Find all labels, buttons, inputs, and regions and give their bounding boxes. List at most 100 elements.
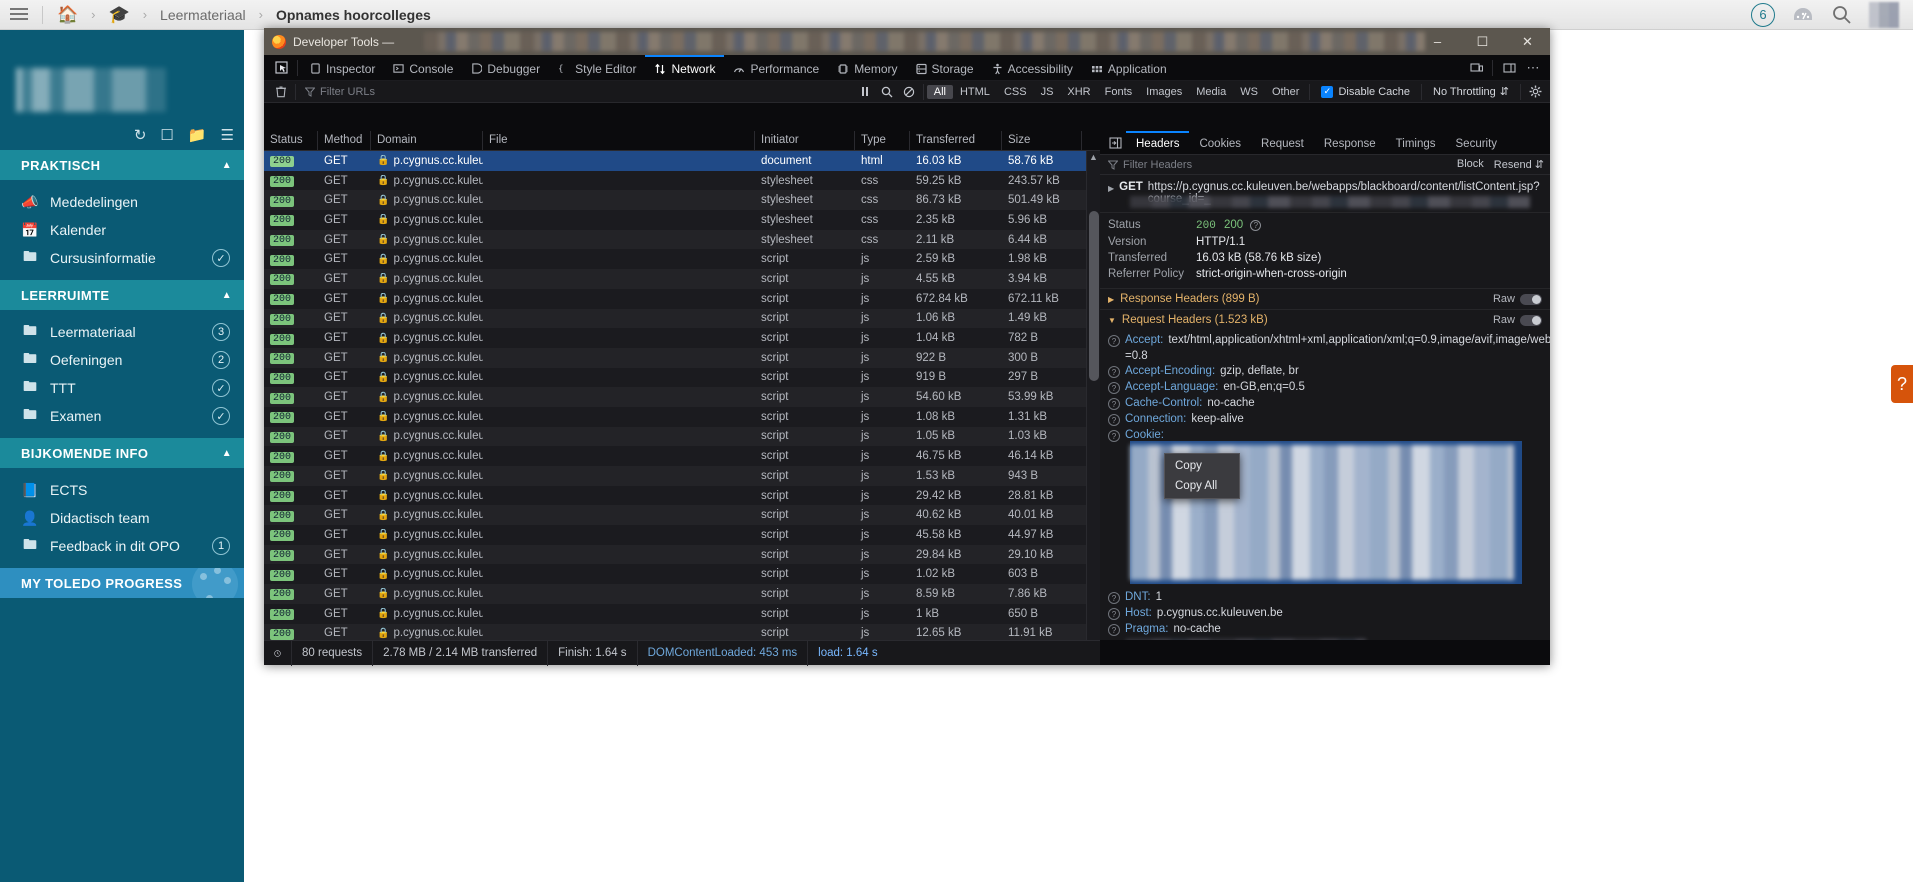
search-icon[interactable] <box>1831 4 1853 26</box>
tab-storage[interactable]: Storage <box>907 55 983 80</box>
table-row[interactable]: 200GET🔒p.cygnus.cc.kuleuv...scriptjs29.4… <box>264 486 1086 506</box>
filter-media[interactable]: Media <box>1189 85 1233 99</box>
scroll-up-icon[interactable]: ▲ <box>1087 151 1100 163</box>
table-row[interactable]: 200GET🔒p.cygnus.cc.kuleuv...scriptjs1.06… <box>264 309 1086 329</box>
tab-application[interactable]: Application <box>1082 55 1176 80</box>
table-row[interactable]: 200GET🔒p.cygnus.cc.kuleuv...scriptjs29.8… <box>264 545 1086 565</box>
help-icon[interactable]: ? <box>1108 366 1120 378</box>
table-row[interactable]: 200GET🔒p.cygnus.cc.kuleuv...stylesheetcs… <box>264 230 1086 250</box>
filter-images[interactable]: Images <box>1139 85 1189 99</box>
table-row[interactable]: 200GET🔒p.cygnus.cc.kuleuv...stylesheetcs… <box>264 171 1086 191</box>
raw-toggle[interactable]: Raw <box>1493 314 1542 326</box>
resend-button[interactable]: Resend ⇵ <box>1494 158 1544 171</box>
folder-icon[interactable]: 📁 <box>188 126 207 144</box>
table-row[interactable]: 200GET🔒p.cygnus.cc.kuleuv...documenthtml… <box>264 151 1086 171</box>
block-button[interactable]: Block <box>1457 158 1484 171</box>
sidebar-item-feedback[interactable]: 🖿 Feedback in dit OPO 1 <box>0 532 244 560</box>
help-icon[interactable]: ? <box>1108 608 1120 620</box>
table-row[interactable]: 200GET🔒p.cygnus.cc.kuleuv...scriptjs919 … <box>264 368 1086 388</box>
disable-cache-checkbox[interactable]: ✓ Disable Cache <box>1313 86 1418 98</box>
details-tab-security[interactable]: Security <box>1446 131 1508 154</box>
help-icon[interactable]: ? <box>1108 335 1120 347</box>
filter-js[interactable]: JS <box>1034 85 1061 99</box>
breadcrumb-item-leermateriaal[interactable]: Leermateriaal <box>160 7 246 23</box>
tab-memory[interactable]: Memory <box>828 55 906 80</box>
dock-icon[interactable] <box>1498 58 1520 78</box>
scrollbar-thumb[interactable] <box>1089 211 1099 381</box>
table-row[interactable]: 200GET🔒p.cygnus.cc.kuleuv...scriptjs54.6… <box>264 387 1086 407</box>
pause-icon[interactable] <box>854 82 876 102</box>
gear-icon[interactable] <box>1524 82 1546 102</box>
help-icon[interactable]: ? <box>1108 592 1120 604</box>
toggle-switch[interactable] <box>1520 315 1542 326</box>
table-row[interactable]: 200GET🔒p.cygnus.cc.kuleuv...scriptjs45.5… <box>264 525 1086 545</box>
column-size[interactable]: Size <box>1002 131 1082 150</box>
help-button[interactable]: ? <box>1891 365 1913 403</box>
table-row[interactable]: 200GET🔒p.cygnus.cc.kuleuv...scriptjs1.53… <box>264 466 1086 486</box>
filter-fonts[interactable]: Fonts <box>1098 85 1140 99</box>
table-row[interactable]: 200GET🔒p.cygnus.cc.kuleuv...scriptjs672.… <box>264 289 1086 309</box>
chevron-right-icon[interactable]: ▶ <box>1108 184 1114 208</box>
column-type[interactable]: Type <box>855 131 910 150</box>
sidebar-item-ttt[interactable]: 🖿 TTT ✓ <box>0 374 244 402</box>
network-scrollbar[interactable]: ▲ <box>1086 151 1100 640</box>
help-icon[interactable]: ? <box>1108 414 1120 426</box>
tab-debugger[interactable]: Debugger <box>462 55 549 80</box>
graduation-cap-icon[interactable]: 🎓 <box>109 6 130 23</box>
tab-network[interactable]: Network <box>645 55 724 80</box>
throttling-select[interactable]: No Throttling ⇵ <box>1425 85 1517 98</box>
sidebar-item-kalender[interactable]: 📅 Kalender <box>0 216 244 244</box>
filter-headers-input[interactable]: Filter Headers Block Resend ⇵ <box>1100 155 1550 175</box>
table-row[interactable]: 200GET🔒p.cygnus.cc.kuleuv...stylesheetcs… <box>264 190 1086 210</box>
table-row[interactable]: 200GET🔒p.cygnus.cc.kuleuv...scriptjs4.55… <box>264 269 1086 289</box>
table-row[interactable]: 200GET🔒p.cygnus.cc.kuleuv...scriptjs1.04… <box>264 328 1086 348</box>
help-icon[interactable]: ? <box>1108 398 1120 410</box>
help-icon[interactable]: ? <box>1108 430 1120 442</box>
sidebar-section-praktisch[interactable]: PRAKTISCH ▲ <box>0 150 244 180</box>
tab-accessibility[interactable]: Accessibility <box>983 55 1082 80</box>
element-picker-icon[interactable] <box>268 56 294 80</box>
column-initiator[interactable]: Initiator <box>755 131 855 150</box>
ellipsis-icon[interactable]: ⋯ <box>1522 58 1544 78</box>
filter-other[interactable]: Other <box>1265 85 1307 99</box>
sidebar-item-didactisch-team[interactable]: 👤 Didactisch team <box>0 504 244 532</box>
sidebar-item-leermateriaal[interactable]: 🖿 Leermateriaal 3 <box>0 318 244 346</box>
table-row[interactable]: 200GET🔒p.cygnus.cc.kuleuv...scriptjs2.59… <box>264 249 1086 269</box>
filter-xhr[interactable]: XHR <box>1060 85 1097 99</box>
table-row[interactable]: 200GET🔒p.cygnus.cc.kuleuv...scriptjs8.59… <box>264 584 1086 604</box>
gauge-icon[interactable] <box>1791 5 1815 25</box>
table-row[interactable]: 200GET🔒p.cygnus.cc.kuleuv...scriptjs1.08… <box>264 407 1086 427</box>
response-headers-section[interactable]: ▶ Response Headers (899 B) Raw <box>1100 288 1550 309</box>
table-row[interactable]: 200GET🔒p.cygnus.cc.kuleuv...stylesheetcs… <box>264 210 1086 230</box>
notification-badge[interactable]: 6 <box>1751 3 1775 27</box>
table-row[interactable]: 200GET🔒p.cygnus.cc.kuleuv...scriptjs40.6… <box>264 505 1086 525</box>
filter-all[interactable]: All <box>927 85 953 99</box>
sidebar-item-mededelingen[interactable]: 📣 Mededelingen <box>0 188 244 216</box>
table-row[interactable]: 200GET🔒p.cygnus.cc.kuleuv...scriptjs1.02… <box>264 564 1086 584</box>
clock-icon[interactable] <box>264 641 292 666</box>
tab-console[interactable]: Console <box>384 55 462 80</box>
details-tab-headers[interactable]: Headers <box>1126 131 1189 154</box>
tab-inspector[interactable]: Inspector <box>301 55 384 80</box>
responsive-design-icon[interactable] <box>1465 58 1487 78</box>
expand-panel-icon[interactable] <box>1104 133 1126 153</box>
sidebar-section-my-toledo-progress[interactable]: MY TOLEDO PROGRESS <box>0 568 244 598</box>
close-button[interactable]: ✕ <box>1505 28 1550 55</box>
toggle-switch[interactable] <box>1520 294 1542 305</box>
search-icon[interactable] <box>876 82 898 102</box>
sidebar-section-leerruimte[interactable]: LEERRUIMTE ▲ <box>0 280 244 310</box>
help-icon[interactable]: ? <box>1108 382 1120 394</box>
refresh-icon[interactable]: ↻ <box>134 126 147 144</box>
context-menu[interactable]: CopyCopy All <box>1164 453 1240 499</box>
column-domain[interactable]: Domain <box>371 131 483 150</box>
trash-icon[interactable] <box>270 82 292 102</box>
archive-icon[interactable]: ☐ <box>160 126 173 144</box>
sidebar-item-oefeningen[interactable]: 🖿 Oefeningen 2 <box>0 346 244 374</box>
column-file[interactable]: File <box>483 131 755 150</box>
details-tab-timings[interactable]: Timings <box>1386 131 1446 154</box>
sidebar-item-cursusinformatie[interactable]: 🖿 Cursusinformatie ✓ <box>0 244 244 272</box>
details-tab-cookies[interactable]: Cookies <box>1189 131 1251 154</box>
table-row[interactable]: 200GET🔒p.cygnus.cc.kuleuv...scriptjs1.05… <box>264 427 1086 447</box>
filter-ws[interactable]: WS <box>1233 85 1265 99</box>
details-tab-request[interactable]: Request <box>1251 131 1314 154</box>
